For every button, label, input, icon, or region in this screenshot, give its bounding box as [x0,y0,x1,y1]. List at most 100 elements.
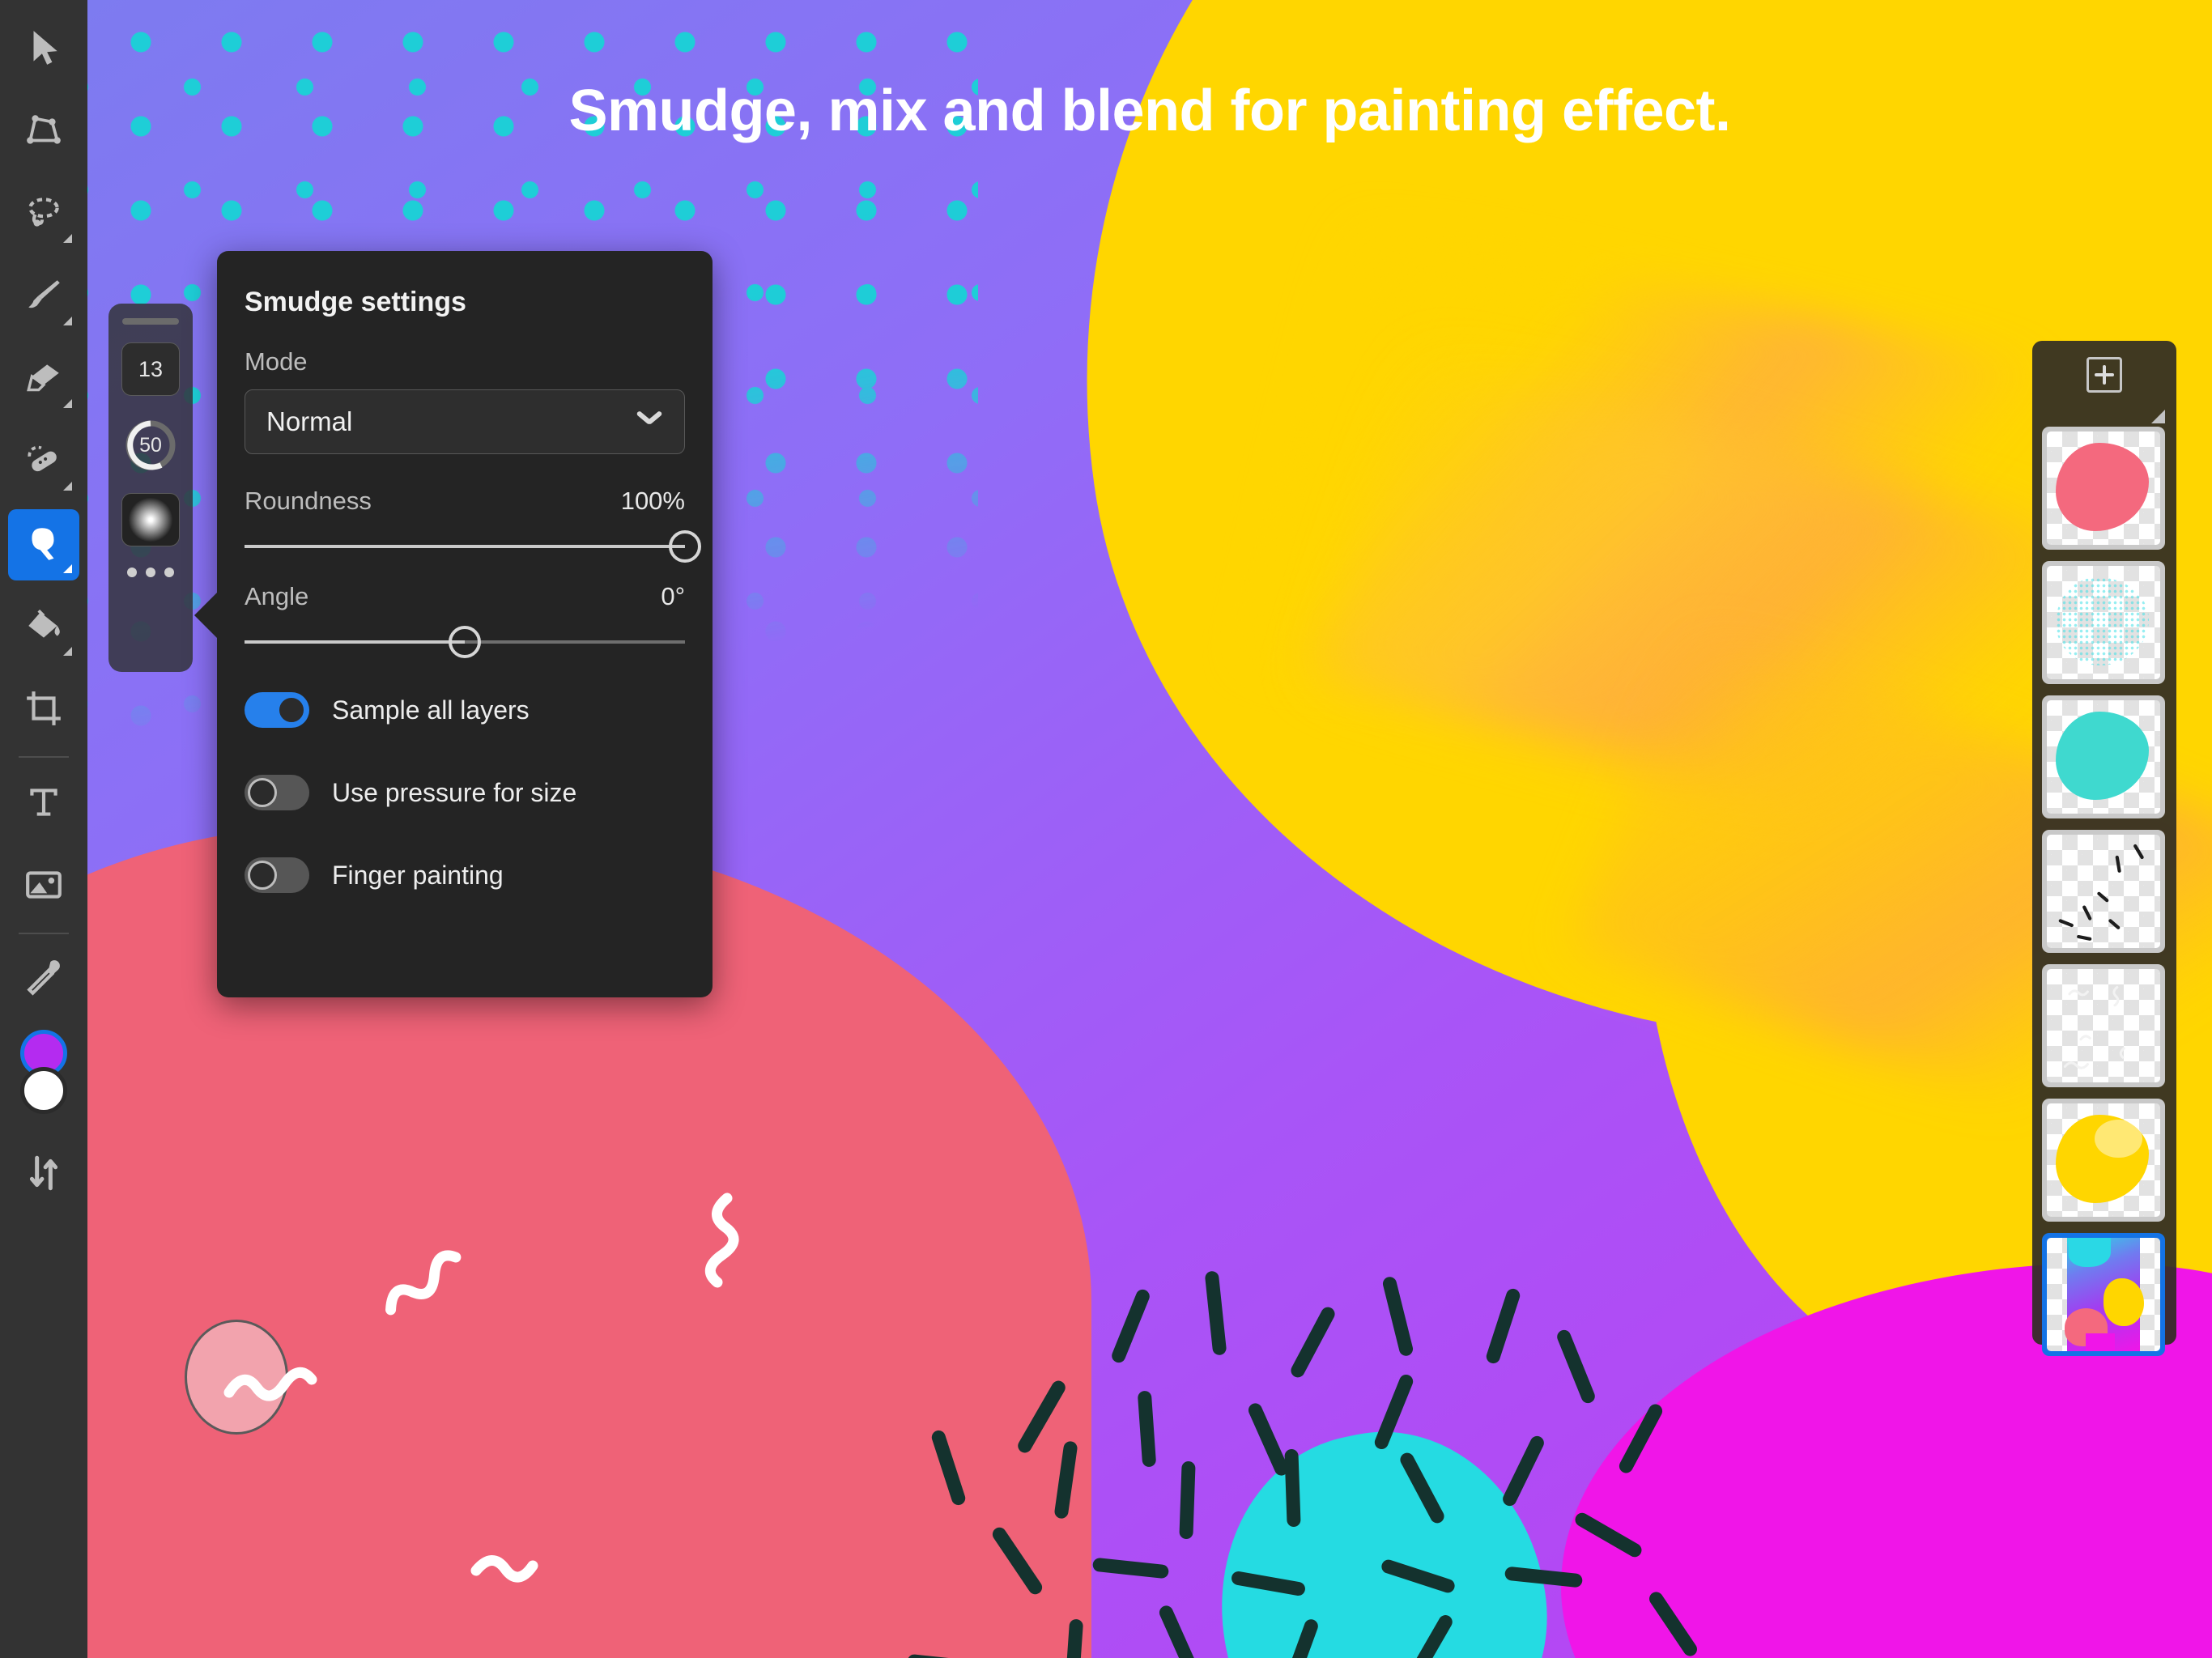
panel-resize-handle[interactable] [2151,410,2165,423]
layer-content-specks [2056,577,2149,666]
angle-rail-rest [465,640,685,644]
crop-tool[interactable] [8,674,79,746]
healing-patch-icon [23,440,64,485]
transform-icon [23,110,64,155]
fill-tool[interactable] [8,592,79,663]
lasso-select-icon [23,193,64,237]
mode-label: Mode [245,347,308,376]
use-pressure-for-size-label: Use pressure for size [332,777,577,807]
brush-tool[interactable] [8,261,79,333]
finger-painting-toggle[interactable] [245,857,309,893]
layer-thumbnail-composite[interactable] [2042,1233,2165,1356]
toolbar-divider [19,756,69,758]
tool-options-corner-icon [63,482,72,491]
toggle-knob-icon [248,778,277,807]
sample-all-layers-label: Sample all layers [332,695,530,725]
brush-opacity-value: 50 [139,433,162,457]
layer-thumb-canvas [2047,1238,2160,1351]
layer-content-blob [2056,712,2149,801]
composite-magenta [2086,1333,2116,1351]
color-swatches [8,1030,79,1133]
transform-tool[interactable] [8,96,79,168]
layer-thumb-canvas [2047,566,2160,679]
tool-options-corner-icon [63,317,72,325]
layer-thumbnail-yellow[interactable] [2042,1099,2165,1222]
layer-thumb-canvas [2047,432,2160,545]
text-tool[interactable] [8,768,79,840]
eraser-icon [23,358,64,402]
eraser-tool[interactable] [8,344,79,415]
layer-thumbnail-squiggles[interactable] [2042,964,2165,1087]
layers-panel-header [2042,352,2167,427]
brush-size-field[interactable]: 13 [121,342,180,396]
drag-handle[interactable] [122,318,179,325]
brush-quick-strip[interactable]: 13 50 [108,304,193,672]
use-pressure-for-size-row[interactable]: Use pressure for size [245,775,685,810]
text-type-icon [23,782,64,827]
layer-content-dashes [2058,844,2144,941]
layer-thumbnail-teal[interactable] [2042,695,2165,818]
layer-content-highlight [2094,1119,2142,1158]
brush-opacity-dial[interactable]: 50 [122,417,179,474]
mode-select[interactable]: Normal [245,389,685,454]
paint-bucket-icon [23,606,64,650]
sample-all-layers-toggle[interactable] [245,692,309,728]
eyedropper-icon [23,959,64,1003]
roundness-slider-row: Roundness 100% [245,487,701,563]
healing-tool[interactable] [8,427,79,498]
lasso-tool[interactable] [8,179,79,250]
layer-thumb-canvas [2047,1103,2160,1217]
finger-painting-row[interactable]: Finger painting [245,857,685,893]
move-tool[interactable] [8,14,79,85]
swap-tool[interactable] [8,1139,79,1210]
smudge-tool[interactable] [8,509,79,580]
tool-options-corner-icon [63,399,72,408]
paintbrush-icon [23,275,64,320]
swap-arrows-icon [23,1153,64,1197]
tool-options-corner-icon [63,234,72,243]
toolbar-divider [19,933,69,934]
finger-painting-label: Finger painting [332,860,504,890]
angle-value: 0° [661,582,685,610]
mode-select-value: Normal [266,406,353,436]
dot-icon [127,568,137,577]
secondary-color-swatch[interactable] [20,1067,67,1114]
angle-slider[interactable] [245,626,685,658]
image-tool[interactable] [8,851,79,922]
angle-slider-row: Angle 0° [245,582,685,658]
roundness-slider-handle[interactable] [669,530,701,563]
cursor-arrow-icon [23,28,64,72]
tool-options-corner-icon [63,564,72,573]
panel-pointer-tail [194,591,219,640]
sample-all-layers-row[interactable]: Sample all layers [245,692,685,728]
canvas-dash-cluster [906,1270,2212,1658]
layer-thumb-canvas [2047,700,2160,814]
app-root: Smudge, mix and blend for painting effec… [0,0,2212,1658]
layer-thumb-canvas [2047,835,2160,948]
roundness-value: 100% [620,487,685,515]
roundness-label: Roundness [245,487,372,515]
toggle-knob-icon [277,695,306,725]
layers-panel [2032,341,2176,1356]
brush-tip-preview[interactable] [121,493,180,546]
canvas-white-squiggles [223,1192,739,1583]
use-pressure-for-size-toggle[interactable] [245,775,309,810]
angle-slider-handle[interactable] [449,626,481,658]
layer-content-blob [2056,443,2149,532]
crop-icon [23,688,64,733]
brush-more-options-button[interactable] [127,568,174,577]
layer-thumb-canvas [2047,969,2160,1082]
tool-sidebar [0,0,87,1658]
panel-title: Smudge settings [245,287,466,317]
eyedropper-tool[interactable] [8,945,79,1016]
image-placeholder-icon [23,865,64,909]
smudge-finger-icon [23,523,64,568]
layer-content-composite [2064,1238,2145,1351]
roundness-slider[interactable] [245,530,701,563]
layer-content-squiggles [2063,985,2125,1069]
add-layer-button[interactable] [2087,357,2122,393]
layer-thumbnail-dashes[interactable] [2042,830,2165,953]
composite-yellow [2103,1278,2145,1327]
layer-thumbnail-cyan-dots[interactable] [2042,561,2165,684]
layer-thumbnail-pink[interactable] [2042,427,2165,550]
